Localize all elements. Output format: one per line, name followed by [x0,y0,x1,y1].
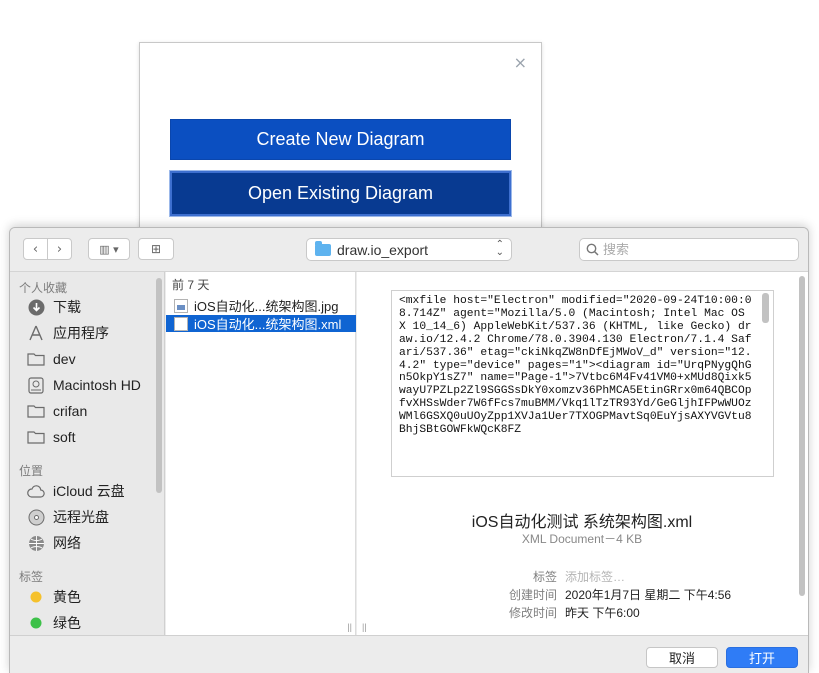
sidebar-item-remote-disc[interactable]: 远程光盘 [27,506,109,528]
sidebar-item-tag-yellow[interactable]: 黄色 [27,586,81,608]
document-file-icon [174,316,188,331]
file-name: iOS自动化...统架构图.jpg [194,299,339,314]
sidebar-item-macintosh-hd[interactable]: Macintosh HD [27,374,141,396]
created-label: 创建时间 [508,588,557,602]
sidebar-item-label: 远程光盘 [53,509,109,525]
disk-icon [27,376,45,394]
columns-view-icon: ▥ ▾ [99,242,119,256]
cancel-button[interactable]: 取消 [646,647,718,668]
yellow-tag-dot-icon [27,588,45,606]
view-mode-button[interactable]: ▥ ▾ [88,238,130,260]
sidebar-section-favorites: 个人收藏 [19,281,68,295]
sidebar-item-label: 黄色 [53,589,81,605]
panel-footer: 取消 打开 [10,635,808,673]
create-new-diagram-button[interactable]: Create New Diagram [170,119,511,160]
folder-icon [27,428,45,446]
sidebar-item-label: dev [53,351,76,367]
file-row-xml[interactable]: iOS自动化...统架构图.xml [166,315,356,332]
date-group-header: 前 7 天 [172,278,210,292]
sidebar-scrollbar[interactable] [156,278,162,493]
preview-scrollbar[interactable] [799,276,805,596]
new-folder-button[interactable]: ⊞ [138,238,174,260]
sidebar-item-applications[interactable]: 应用程序 [27,322,109,344]
column-resize-handle[interactable]: || [347,622,352,632]
preview-file-kind: XML Document－4 KB [521,532,643,546]
download-icon [27,298,45,316]
sidebar-item-label: 应用程序 [53,325,109,341]
network-icon [27,534,45,552]
sidebar-item-dev[interactable]: dev [27,348,76,370]
created-value: 2020年1月7日 星期二 下午4:56 [565,588,732,602]
file-row-jpg[interactable]: iOS自动化...统架构图.jpg [166,297,356,314]
folder-icon [27,402,45,420]
drawio-start-dialog: × Create New Diagram Open Existing Diagr… [139,42,542,242]
cloud-icon [27,482,45,500]
open-file-panel: ‹ › ▥ ▾ ⊞ draw.io_export ⌃⌄ 个人收藏 下载 [9,227,809,673]
search-icon [586,243,599,256]
chevron-left-icon: ‹ [32,241,39,257]
close-icon[interactable]: × [514,53,527,72]
modified-label: 修改时间 [508,606,557,620]
sidebar-item-downloads[interactable]: 下载 [27,296,81,318]
search-field[interactable] [579,238,799,261]
updown-arrows-icon: ⌃ ⌄ [495,239,504,258]
green-tag-dot-icon [27,614,45,632]
search-input[interactable] [603,242,783,257]
folder-icon [315,240,331,256]
sidebar-item-label: Macintosh HD [53,377,141,393]
location-popup[interactable]: draw.io_export ⌃ ⌄ [306,238,512,261]
chevron-right-icon: › [56,241,63,257]
sidebar-item-label: crifan [53,403,88,419]
xml-preview-text: <mxfile host="Electron" modified="2020-0… [391,290,774,477]
panel-toolbar: ‹ › ▥ ▾ ⊞ draw.io_export ⌃ ⌄ [10,228,808,272]
file-column: 前 7 天 iOS自动化...统架构图.jpg iOS自动化...统架构图.xm… [166,272,356,635]
sidebar-item-label: soft [53,429,76,445]
sidebar-item-crifan[interactable]: crifan [27,400,87,422]
sidebar-section-locations: 位置 [19,464,44,478]
sidebar-section-tags: 标签 [19,570,44,584]
applications-icon [27,324,45,342]
sidebar-item-label: 网络 [53,535,81,551]
sidebar-item-soft[interactable]: soft [27,426,76,448]
modified-value: 昨天 下午6:00 [565,606,640,620]
column-resize-handle[interactable]: || [362,622,367,632]
sidebar-item-label: 绿色 [53,615,81,631]
open-button[interactable]: 打开 [726,647,798,668]
location-folder-name: draw.io_export [337,241,429,258]
file-name: iOS自动化...统架构图.xml [194,317,342,332]
sidebar-item-tag-green[interactable]: 绿色 [27,612,81,634]
sidebar-item-icloud[interactable]: iCloud 云盘 [27,480,125,502]
xml-preview-scrollbar[interactable] [762,293,769,323]
sidebar: 个人收藏 下载 应用程序 dev Macintosh HD crifan sof… [10,272,165,635]
sidebar-item-label: 下载 [53,299,81,315]
disc-icon [27,508,45,526]
sidebar-item-network[interactable]: 网络 [27,532,81,554]
forward-button[interactable]: › [47,238,72,260]
sidebar-item-label: iCloud 云盘 [53,483,125,499]
back-button[interactable]: ‹ [23,238,48,260]
add-tags-field[interactable]: 添加标签… [565,568,625,585]
open-existing-diagram-button[interactable]: Open Existing Diagram [170,171,511,216]
folder-icon [27,350,45,368]
preview-file-name: iOS自动化测试 系统架构图.xml [471,514,693,531]
tags-label: 标签 [532,570,557,584]
image-file-icon [174,298,188,313]
preview-pane: <mxfile host="Electron" modified="2020-0… [357,272,808,635]
new-folder-icon: ⊞ [150,242,162,256]
